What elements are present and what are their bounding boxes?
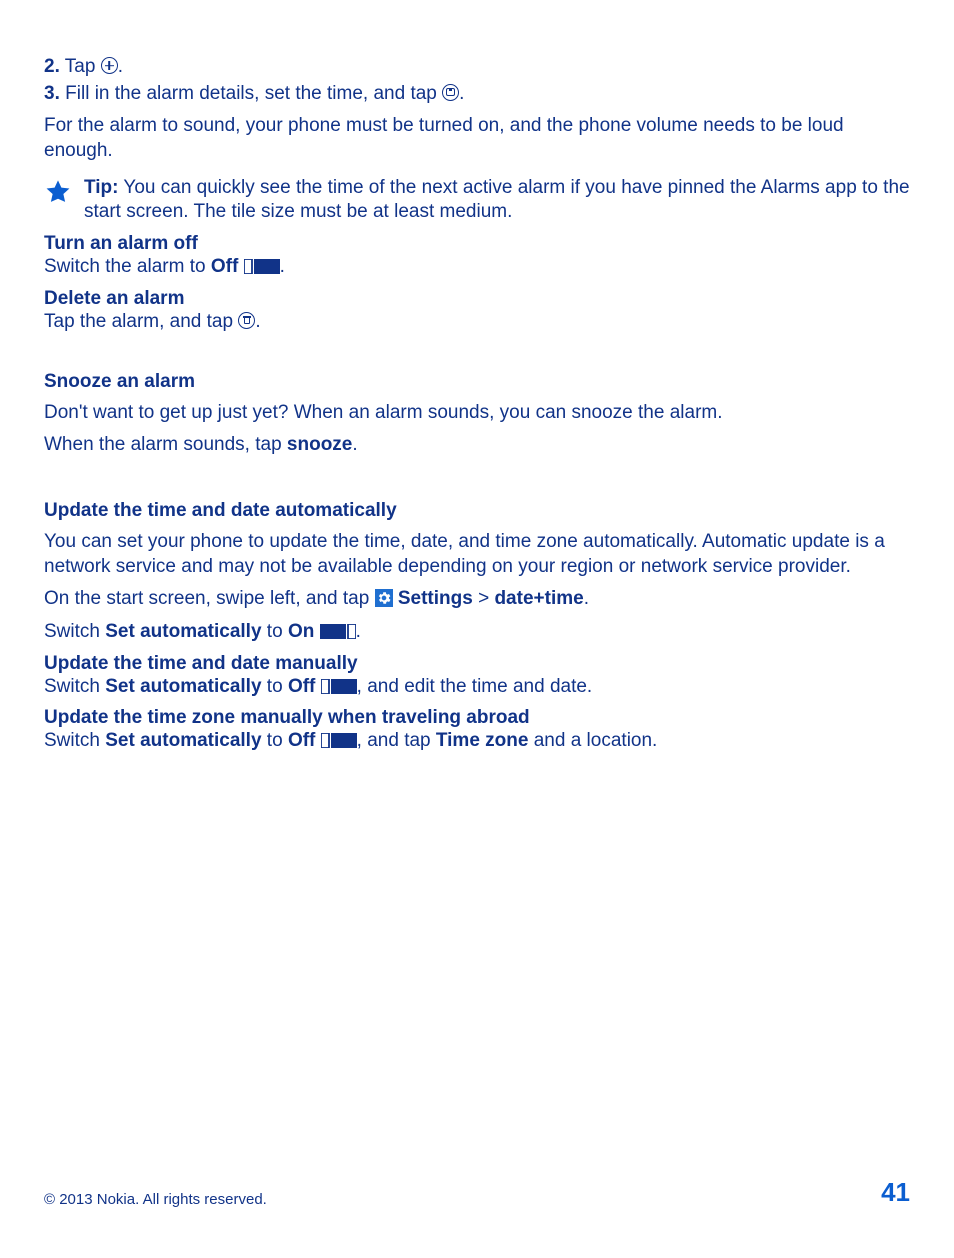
snooze-p2: When the alarm sounds, tap snooze. bbox=[44, 433, 910, 458]
manual-setauto: Set automatically bbox=[105, 676, 261, 697]
snooze-p2-post: . bbox=[352, 434, 357, 455]
page-number: 41 bbox=[881, 1177, 910, 1208]
delete-body: Tap the alarm, and tap . bbox=[44, 310, 910, 335]
heading-tz: Update the time zone manually when trave… bbox=[44, 707, 910, 729]
delete-pre: Tap the alarm, and tap bbox=[44, 311, 238, 332]
auto-p2-pre: On the start screen, swipe left, and tap bbox=[44, 588, 375, 609]
auto-p3: Switch Set automatically to On . bbox=[44, 620, 910, 645]
page-footer: © 2013 Nokia. All rights reserved. 41 bbox=[44, 1177, 910, 1208]
tip-block: Tip: You can quickly see the time of the… bbox=[44, 176, 910, 225]
turn-off-pre: Switch the alarm to bbox=[44, 256, 211, 277]
settings-tile-icon bbox=[375, 589, 393, 607]
heading-turn-off: Turn an alarm off bbox=[44, 233, 910, 255]
copyright-text: © 2013 Nokia. All rights reserved. bbox=[44, 1191, 267, 1208]
auto-datetime: date+time bbox=[494, 588, 583, 609]
auto-p3-to: to bbox=[262, 621, 288, 642]
auto-p3-setauto: Set automatically bbox=[105, 621, 261, 642]
heading-delete: Delete an alarm bbox=[44, 288, 910, 310]
auto-p3-post: . bbox=[356, 621, 361, 642]
tz-mid: , and tap bbox=[357, 730, 436, 751]
step-2: 2. Tap . bbox=[44, 55, 910, 80]
auto-p2: On the start screen, swipe left, and tap… bbox=[44, 587, 910, 612]
tz-setauto: Set automatically bbox=[105, 730, 261, 751]
tz-to: to bbox=[262, 730, 288, 751]
tz-off: Off bbox=[288, 730, 315, 751]
manual-pre: Switch bbox=[44, 676, 105, 697]
heading-auto: Update the time and date automatically bbox=[44, 500, 910, 522]
auto-p3-pre: Switch bbox=[44, 621, 105, 642]
auto-p2-post: . bbox=[584, 588, 589, 609]
toggle-off-icon bbox=[321, 679, 357, 694]
auto-p3-on: On bbox=[288, 621, 314, 642]
tz-pre: Switch bbox=[44, 730, 105, 751]
step-3-text: Fill in the alarm details, set the time,… bbox=[65, 83, 437, 104]
star-icon bbox=[44, 176, 84, 211]
toggle-off-icon bbox=[244, 259, 280, 274]
heading-snooze: Snooze an alarm bbox=[44, 371, 910, 393]
step-2-after: . bbox=[118, 56, 123, 77]
tip-label: Tip: bbox=[84, 177, 118, 198]
auto-gt: > bbox=[473, 588, 495, 609]
tz-timezone: Time zone bbox=[436, 730, 529, 751]
tz-post: and a location. bbox=[528, 730, 657, 751]
step-2-number: 2. bbox=[44, 56, 60, 77]
manual-to: to bbox=[262, 676, 288, 697]
manual-body: Switch Set automatically to Off , and ed… bbox=[44, 675, 910, 700]
page-content: 2. Tap . 3. Fill in the alarm details, s… bbox=[0, 0, 954, 754]
snooze-p2-pre: When the alarm sounds, tap bbox=[44, 434, 287, 455]
snooze-p2-bold: snooze bbox=[287, 434, 352, 455]
plus-circle-icon bbox=[101, 57, 118, 74]
auto-settings: Settings bbox=[398, 588, 473, 609]
delete-post: . bbox=[255, 311, 260, 332]
turn-off-post: . bbox=[280, 256, 285, 277]
step-3-after: . bbox=[459, 83, 464, 104]
turn-off-off: Off bbox=[211, 256, 238, 277]
tip-body: You can quickly see the time of the next… bbox=[84, 177, 910, 223]
save-circle-icon bbox=[442, 84, 459, 101]
turn-off-body: Switch the alarm to Off . bbox=[44, 255, 910, 280]
manual-post: , and edit the time and date. bbox=[357, 676, 593, 697]
step-3: 3. Fill in the alarm details, set the ti… bbox=[44, 82, 910, 107]
toggle-on-icon bbox=[320, 624, 356, 639]
tip-text: Tip: You can quickly see the time of the… bbox=[84, 176, 910, 225]
tz-body: Switch Set automatically to Off , and ta… bbox=[44, 729, 910, 754]
auto-p1: You can set your phone to update the tim… bbox=[44, 530, 910, 579]
delete-circle-icon bbox=[238, 312, 255, 329]
manual-off: Off bbox=[288, 676, 315, 697]
step-3-number: 3. bbox=[44, 83, 60, 104]
step-2-text: Tap bbox=[65, 56, 96, 77]
alarm-on-note: For the alarm to sound, your phone must … bbox=[44, 114, 910, 163]
snooze-p1: Don't want to get up just yet? When an a… bbox=[44, 401, 910, 426]
heading-manual: Update the time and date manually bbox=[44, 653, 910, 675]
toggle-off-icon bbox=[321, 733, 357, 748]
